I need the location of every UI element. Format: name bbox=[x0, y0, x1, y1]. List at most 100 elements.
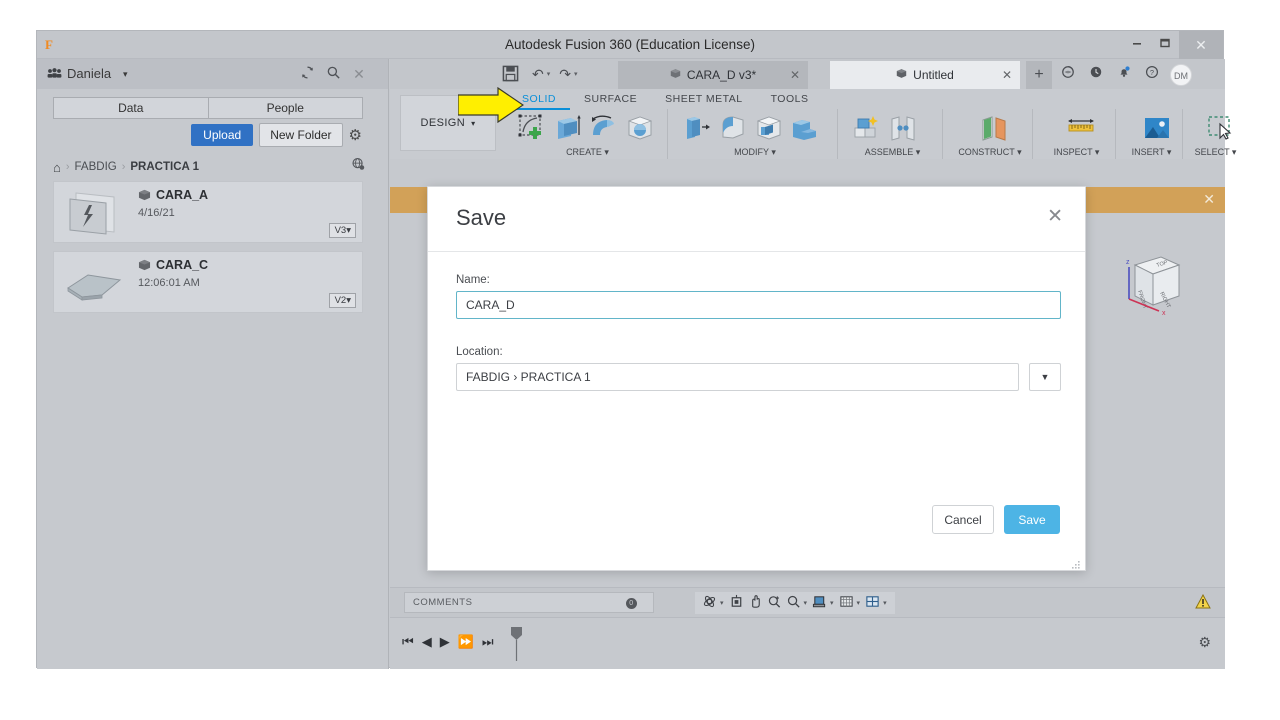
upload-button[interactable]: Upload bbox=[191, 124, 254, 146]
new-component-icon[interactable] bbox=[850, 111, 884, 145]
close-notification-icon[interactable]: ✕ bbox=[1203, 191, 1215, 208]
resize-grip[interactable] bbox=[1071, 557, 1081, 569]
zoom-caret-icon[interactable]: ▾ bbox=[804, 599, 808, 607]
tab-data[interactable]: Data bbox=[53, 97, 209, 119]
file-thumbnail bbox=[62, 258, 130, 308]
viewcube[interactable]: TOP FRONT RIGHT z x bbox=[1107, 243, 1187, 323]
new-document-button[interactable]: + bbox=[1026, 61, 1052, 89]
select-window-icon[interactable] bbox=[1203, 111, 1237, 145]
press-pull-icon[interactable] bbox=[680, 111, 714, 145]
comments-panel-toggle[interactable]: COMMENTS 0 bbox=[404, 592, 654, 613]
ribbon-panel-label[interactable]: ASSEMBLE ▾ bbox=[843, 147, 942, 158]
look-at-icon[interactable] bbox=[728, 594, 745, 612]
undo-caret-icon[interactable]: ▾ bbox=[547, 70, 551, 78]
close-tab-icon[interactable]: ✕ bbox=[1002, 68, 1012, 82]
tab-people[interactable]: People bbox=[208, 97, 363, 119]
shell-icon[interactable] bbox=[752, 111, 786, 145]
ribbon-panel-label[interactable]: INSPECT ▾ bbox=[1038, 147, 1115, 158]
zoom-icon[interactable] bbox=[785, 594, 802, 612]
ribbon-panel-construct: CONSTRUCT ▾ bbox=[948, 109, 1033, 159]
timeline-controls: ⏮ ◀ ▶ ⏩ ⏭ bbox=[402, 634, 494, 650]
orbit-icon[interactable] bbox=[701, 594, 718, 612]
ribbon-tab-sheet-metal[interactable]: SHEET METAL bbox=[651, 91, 756, 110]
ribbon-panel-label[interactable]: SELECT ▾ bbox=[1183, 147, 1248, 158]
display-caret-icon[interactable]: ▾ bbox=[830, 599, 834, 607]
timeline-last-button[interactable]: ⏭ bbox=[482, 634, 494, 650]
timeline-bar: ⏮ ◀ ▶ ⏩ ⏭ ⚙ bbox=[390, 617, 1225, 669]
name-input[interactable] bbox=[456, 291, 1061, 319]
search-icon[interactable] bbox=[324, 65, 342, 83]
orbit-caret-icon[interactable]: ▾ bbox=[720, 599, 724, 607]
pan-icon[interactable] bbox=[747, 594, 764, 612]
save-button[interactable]: Save bbox=[1004, 505, 1060, 534]
version-badge[interactable]: V3▾ bbox=[328, 223, 356, 238]
timeline-first-button[interactable]: ⏮ bbox=[402, 634, 414, 650]
undo-icon[interactable]: ↶ bbox=[532, 66, 544, 83]
cancel-button[interactable]: Cancel bbox=[932, 505, 994, 534]
grid-caret-icon[interactable]: ▾ bbox=[857, 599, 861, 607]
zoom-window-icon[interactable] bbox=[766, 594, 783, 612]
user-name[interactable]: Daniela bbox=[67, 59, 111, 89]
redo-icon[interactable]: ↷ bbox=[559, 66, 571, 83]
sphere-icon[interactable] bbox=[623, 111, 657, 145]
help-icon[interactable]: ? bbox=[1142, 65, 1162, 85]
combine-icon[interactable] bbox=[788, 111, 822, 145]
ribbon-panel-label[interactable]: MODIFY ▾ bbox=[673, 147, 837, 158]
chevron-down-icon[interactable]: ▾ bbox=[123, 59, 128, 89]
close-window-button[interactable]: ✕ bbox=[1179, 31, 1223, 59]
timeline-prev-button[interactable]: ◀ bbox=[422, 634, 432, 650]
ribbon-tab-surface[interactable]: SURFACE bbox=[570, 91, 651, 110]
minimize-button[interactable] bbox=[1123, 31, 1151, 59]
gear-icon[interactable]: ⚙ bbox=[1198, 634, 1211, 651]
gear-icon[interactable]: ⚙ bbox=[349, 126, 362, 144]
breadcrumb-item-practica-1[interactable]: PRACTICA 1 bbox=[130, 161, 199, 173]
display-settings-icon[interactable] bbox=[811, 594, 828, 612]
revolve-icon[interactable] bbox=[587, 111, 621, 145]
location-dropdown-button[interactable]: ▼ bbox=[1029, 363, 1061, 391]
close-tab-icon[interactable]: ✕ bbox=[790, 68, 800, 82]
viewports-caret-icon[interactable]: ▾ bbox=[883, 599, 887, 607]
document-tab-untitled[interactable]: Untitled ✕ bbox=[830, 61, 1020, 89]
globe-icon[interactable] bbox=[351, 157, 365, 174]
timeline-play-button[interactable]: ▶ bbox=[440, 634, 450, 650]
document-tab-cara-d[interactable]: CARA_D v3* ✕ bbox=[618, 61, 808, 89]
insert-image-icon[interactable] bbox=[1140, 111, 1174, 145]
document-tab-strip: ↶ ▾ ↷ ▾ CARA_D v3* ✕ Untitled ✕ + ? DM bbox=[390, 59, 1225, 89]
warning-icon[interactable] bbox=[1195, 593, 1211, 612]
joint-icon[interactable] bbox=[886, 111, 920, 145]
redo-caret-icon[interactable]: ▾ bbox=[574, 70, 578, 78]
close-panel-icon[interactable]: ✕ bbox=[350, 65, 368, 83]
version-badge[interactable]: V2▾ bbox=[328, 293, 356, 308]
refresh-icon[interactable] bbox=[298, 65, 316, 83]
component-cube-icon bbox=[138, 189, 151, 201]
ribbon-tab-tools[interactable]: TOOLS bbox=[757, 91, 823, 110]
new-folder-button[interactable]: New Folder bbox=[259, 123, 343, 147]
document-tab-label: CARA_D v3* bbox=[686, 68, 757, 82]
ribbon-panel-label[interactable]: CREATE ▾ bbox=[508, 147, 667, 158]
timeline-next-button[interactable]: ⏩ bbox=[458, 634, 474, 650]
save-icon[interactable] bbox=[502, 65, 519, 82]
breadcrumb-item-fabdig[interactable]: FABDIG bbox=[75, 161, 117, 173]
close-dialog-icon[interactable]: ✕ bbox=[1047, 207, 1063, 226]
avatar[interactable]: DM bbox=[1170, 64, 1192, 86]
grid-snaps-icon[interactable] bbox=[838, 594, 855, 612]
timeline-marker[interactable] bbox=[510, 627, 523, 661]
offset-plane-icon[interactable] bbox=[978, 111, 1012, 145]
viewports-icon[interactable] bbox=[864, 594, 881, 612]
list-item[interactable]: CARA_A 4/16/21 V3▾ bbox=[53, 181, 363, 243]
location-input[interactable] bbox=[456, 363, 1019, 391]
file-date: 4/16/21 bbox=[138, 207, 175, 219]
recent-icon[interactable] bbox=[1086, 65, 1106, 85]
notifications-icon[interactable] bbox=[1114, 65, 1134, 85]
component-cube-icon bbox=[896, 68, 907, 82]
list-item[interactable]: CARA_C 12:06:01 AM V2▾ bbox=[53, 251, 363, 313]
job-status-icon[interactable] bbox=[1058, 65, 1078, 85]
ribbon-panel-label[interactable]: INSERT ▾ bbox=[1121, 147, 1182, 158]
ribbon-panel-label[interactable]: CONSTRUCT ▾ bbox=[948, 147, 1032, 158]
home-icon[interactable]: ⌂ bbox=[53, 160, 61, 175]
maximize-button[interactable] bbox=[1151, 31, 1179, 59]
fillet-icon[interactable] bbox=[716, 111, 750, 145]
extrude-icon[interactable] bbox=[551, 111, 585, 145]
measure-icon[interactable] bbox=[1064, 111, 1098, 145]
dialog-header: Save ✕ bbox=[428, 187, 1085, 252]
